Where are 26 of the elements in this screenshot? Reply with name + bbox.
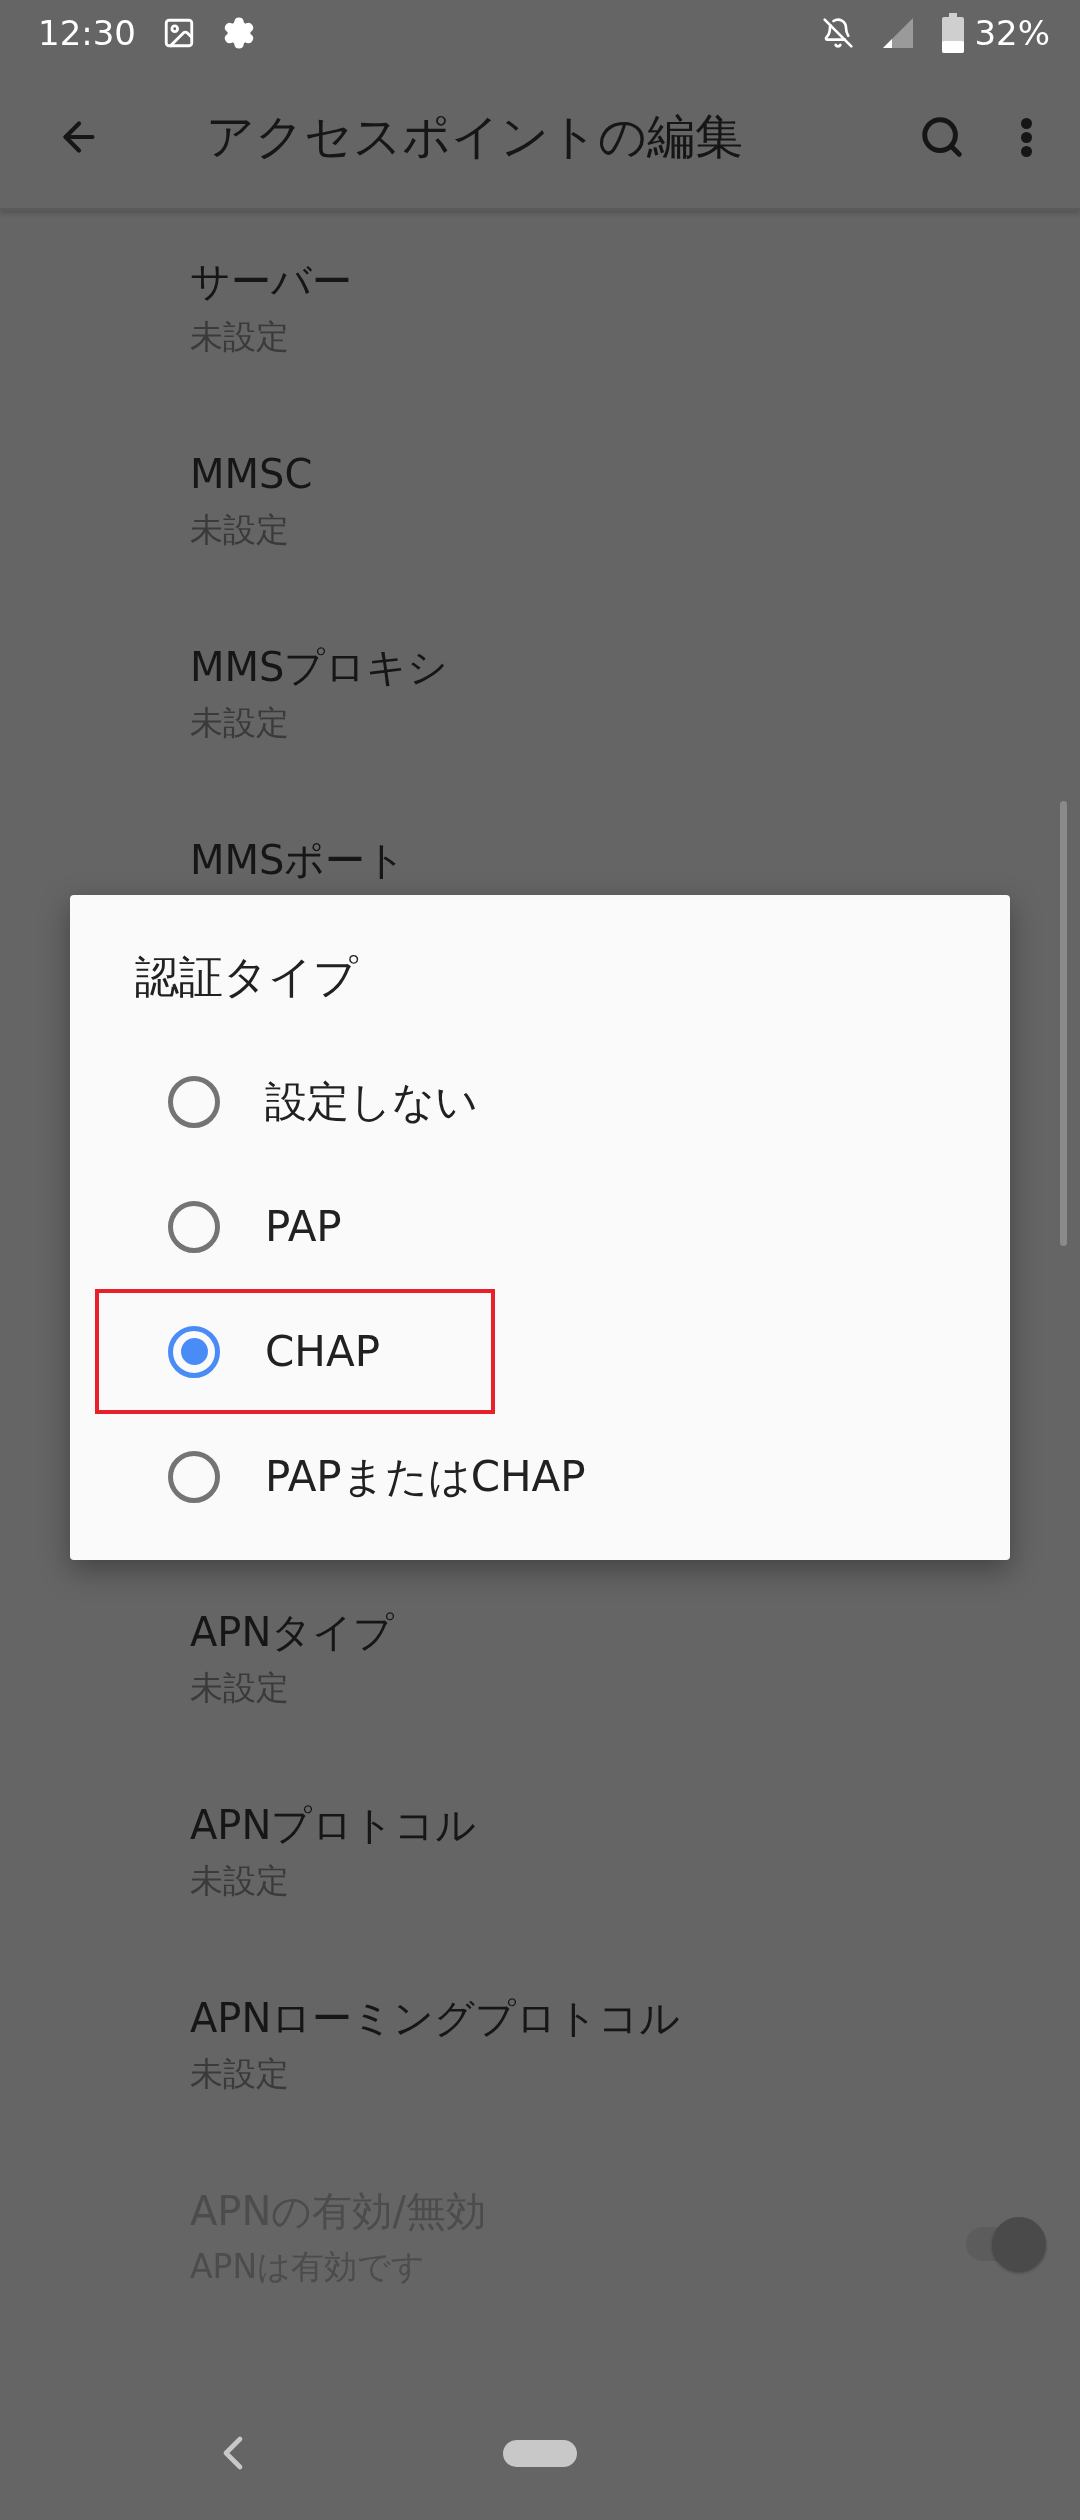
battery-level: 32% <box>974 13 1050 53</box>
screen-title: アクセスポイントの編集 <box>206 107 744 166</box>
radio-button[interactable] <box>168 1450 220 1503</box>
setting-title[interactable]: APNプロトコル <box>190 1799 1040 1851</box>
setting-title[interactable]: APNローミングプロトコル <box>190 1992 1040 2044</box>
battery-icon <box>942 13 965 53</box>
status-time: 12:30 <box>38 13 136 53</box>
radio-button[interactable] <box>168 1200 220 1253</box>
radio-option[interactable]: PAPまたはCHAP <box>95 1414 610 1539</box>
radio-button[interactable] <box>168 1325 220 1378</box>
settings-icon <box>222 16 256 50</box>
setting-title[interactable]: サーバー <box>190 255 1040 307</box>
muted-bell-icon <box>822 17 855 49</box>
radio-button[interactable] <box>168 1075 220 1128</box>
setting-title[interactable]: MMSC <box>190 448 1040 500</box>
radio-option[interactable]: PAP <box>95 1164 495 1289</box>
more-icon <box>1021 117 1032 157</box>
search-icon <box>919 114 965 160</box>
dialog-title: 認証タイプ <box>135 950 358 1004</box>
setting-title[interactable]: MMSポート <box>190 834 1040 886</box>
setting-title[interactable]: APNタイプ <box>190 1606 1040 1658</box>
highlighted-option[interactable]: CHAP <box>95 1289 495 1414</box>
image-icon <box>162 16 196 50</box>
home-button[interactable] <box>503 2440 577 2467</box>
radio-option[interactable]: 設定しない <box>95 1039 502 1164</box>
setting-title[interactable]: MMSプロキシ <box>190 641 1040 693</box>
